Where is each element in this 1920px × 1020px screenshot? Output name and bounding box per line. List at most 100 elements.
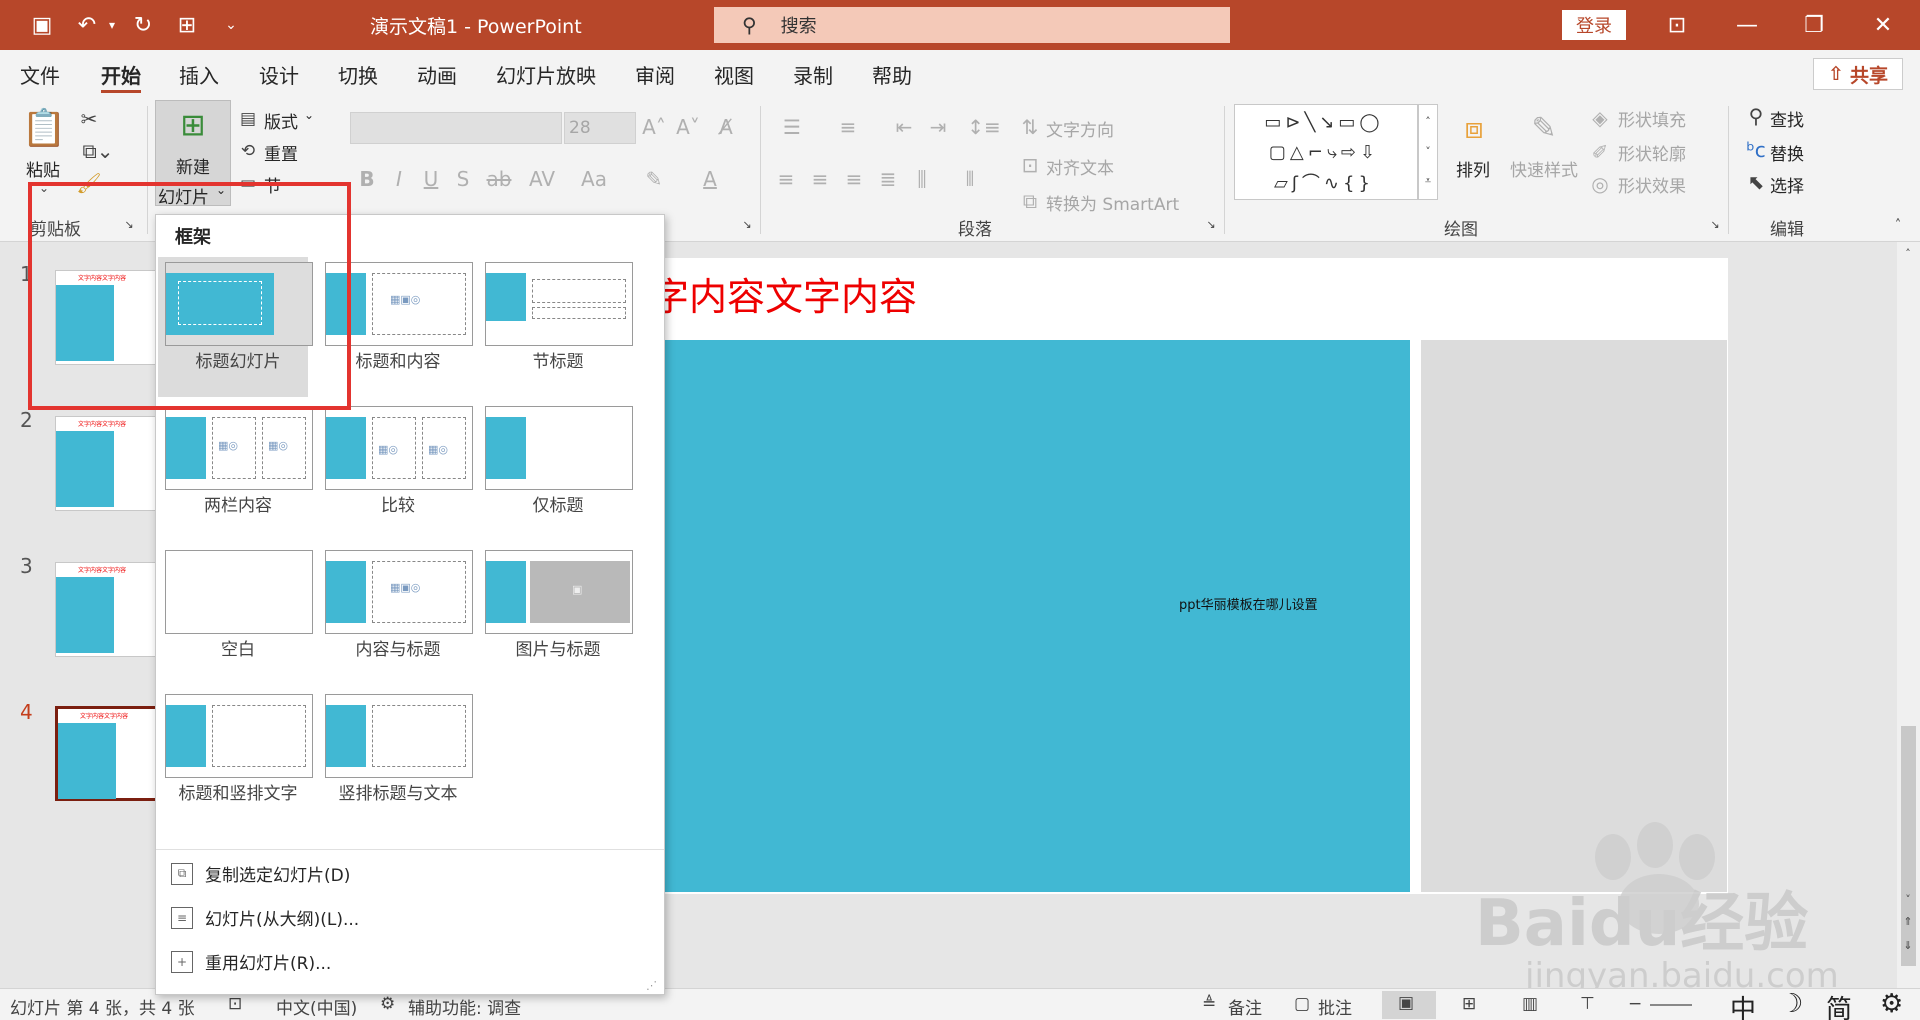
align-left-icon[interactable]: ≡: [772, 164, 800, 194]
tab-transitions[interactable]: 切换: [338, 60, 378, 89]
search-input[interactable]: ⚲ 搜索: [714, 7, 1230, 43]
moon-icon[interactable]: ☽: [1780, 989, 1803, 1019]
layout-button[interactable]: 版式: [264, 108, 298, 133]
arrange-icon[interactable]: ⧈: [1452, 106, 1496, 150]
line-spacing-icon[interactable]: ↕≡: [964, 112, 1004, 142]
tab-review[interactable]: 审阅: [635, 60, 675, 89]
shadow-icon[interactable]: S: [452, 164, 474, 194]
vertical-scrollbar[interactable]: ˄ ˅ ⇑ ⇓: [1897, 242, 1920, 988]
shape-fill-button[interactable]: 形状填充: [1618, 106, 1686, 131]
customize-toolbar-icon[interactable]: ⌄: [214, 8, 248, 42]
bullets-icon[interactable]: ☰: [772, 112, 812, 142]
strikethrough-icon[interactable]: ab: [484, 164, 514, 194]
shapes-row-3[interactable]: ▱ʃ⌒∿{}: [1239, 169, 1409, 195]
smartart-icon[interactable]: ⧉: [1018, 186, 1042, 216]
slide-side-panel[interactable]: [1421, 340, 1727, 892]
slide-body-text[interactable]: ppt华丽模板在哪儿设置: [1179, 598, 1329, 614]
distributed-icon[interactable]: ⫼: [908, 164, 936, 194]
layout-comparison[interactable]: ▦◎ ▦◎ 比较: [318, 401, 473, 541]
font-launcher-icon[interactable]: ↘: [740, 217, 754, 231]
ime-mode-2[interactable]: 简: [1826, 989, 1852, 1020]
align-center-icon[interactable]: ≡: [806, 164, 834, 194]
accessibility-status[interactable]: 辅助功能: 调查: [408, 994, 521, 1019]
quick-styles-icon[interactable]: ✎: [1522, 106, 1566, 150]
slide-sorter-icon[interactable]: ⊞: [1462, 994, 1476, 1014]
notes-button[interactable]: 备注: [1228, 994, 1262, 1019]
scroll-up-icon[interactable]: ˄: [1899, 244, 1917, 262]
slides-from-outline-item[interactable]: ≡ 幻灯片(从大纲)(L)...: [171, 905, 359, 930]
justify-icon[interactable]: ≣: [874, 164, 902, 194]
ribbon-display-icon[interactable]: ⊡: [1660, 8, 1694, 42]
tab-design[interactable]: 设计: [259, 60, 299, 89]
char-spacing-icon[interactable]: AV: [522, 164, 562, 194]
present-icon[interactable]: ⊞: [170, 8, 204, 42]
tab-record[interactable]: 录制: [793, 60, 833, 89]
normal-view-button[interactable]: ▣: [1382, 991, 1436, 1019]
slideshow-icon[interactable]: ⊤: [1580, 994, 1595, 1014]
close-icon[interactable]: ✕: [1866, 8, 1900, 42]
tab-home[interactable]: 开始: [101, 60, 141, 89]
clear-format-icon[interactable]: A̸: [712, 112, 740, 142]
gallery-more-icon[interactable]: ⩡: [1419, 167, 1437, 195]
ime-mode-1[interactable]: 中: [1730, 989, 1756, 1020]
align-right-icon[interactable]: ≡: [840, 164, 868, 194]
reset-button[interactable]: 重置: [264, 140, 298, 165]
undo-icon[interactable]: ↶: [70, 8, 104, 42]
increase-font-icon[interactable]: A˄: [640, 112, 668, 142]
ime-settings-icon[interactable]: ⚙: [1880, 989, 1903, 1019]
arrange-button[interactable]: 排列: [1456, 156, 1490, 181]
resize-grip-icon[interactable]: ⋰: [646, 979, 657, 992]
tab-slideshow[interactable]: 幻灯片放映: [496, 60, 596, 89]
layout-vertical-title-text[interactable]: 竖排标题与文本: [318, 689, 473, 829]
shapes-row-2[interactable]: ▢△⌐⤷⇨⇩: [1239, 139, 1409, 165]
convert-smartart-button[interactable]: 转换为 SmartArt: [1046, 190, 1179, 215]
tab-file[interactable]: 文件: [20, 60, 60, 89]
layout-content-caption[interactable]: ▦▣◎ 内容与标题: [318, 545, 473, 685]
cut-icon[interactable]: ✂: [76, 106, 102, 132]
slide-title[interactable]: 字内容文字内容: [651, 266, 917, 321]
change-case-icon[interactable]: Aa: [574, 164, 614, 194]
replace-button[interactable]: 替换: [1770, 140, 1804, 165]
decrease-indent-icon[interactable]: ⇤: [890, 112, 918, 142]
shape-outline-button[interactable]: 形状轮廓: [1618, 140, 1686, 165]
share-button[interactable]: ⇧ 共享: [1813, 58, 1903, 90]
redo-icon[interactable]: ↻: [126, 8, 160, 42]
find-button[interactable]: 查找: [1770, 106, 1804, 131]
align-text-icon[interactable]: ⊡: [1018, 150, 1042, 180]
reuse-slides-item[interactable]: + 重用幻灯片(R)...: [171, 949, 331, 974]
layout-title-vertical-text[interactable]: 标题和竖排文字: [158, 689, 313, 829]
decrease-font-icon[interactable]: A˅: [674, 112, 702, 142]
layout-section-header[interactable]: 节标题: [478, 257, 633, 397]
paragraph-launcher-icon[interactable]: ↘: [1204, 217, 1218, 231]
collapse-ribbon-icon[interactable]: ˄: [1888, 216, 1908, 234]
layout-title-only[interactable]: 仅标题: [478, 401, 633, 541]
login-button[interactable]: 登录: [1562, 10, 1626, 40]
layout-picture-caption[interactable]: ▣ 图片与标题: [478, 545, 633, 685]
gallery-up-icon[interactable]: ˄: [1419, 107, 1437, 135]
font-name-select[interactable]: [350, 112, 562, 144]
duplicate-slides-item[interactable]: ⧉ 复制选定幻灯片(D): [171, 861, 350, 886]
zoom-slider[interactable]: [1650, 1004, 1692, 1006]
restore-icon[interactable]: ❐: [1797, 8, 1831, 42]
paste-label[interactable]: 粘贴: [26, 156, 60, 181]
replace-icon[interactable]: ᵇc: [1744, 138, 1768, 162]
shape-effects-icon[interactable]: ◎: [1588, 172, 1612, 196]
shape-outline-icon[interactable]: ✐: [1588, 140, 1612, 164]
prev-slide-icon[interactable]: ⇑: [1899, 912, 1917, 930]
paste-icon[interactable]: 📋: [22, 106, 67, 150]
find-icon[interactable]: ⚲: [1744, 104, 1768, 128]
layout-two-content[interactable]: ▦◎ ▦◎ 两栏内容: [158, 401, 313, 541]
increase-indent-icon[interactable]: ⇥: [924, 112, 952, 142]
scroll-down-icon[interactable]: ˅: [1899, 890, 1917, 908]
spell-check-icon[interactable]: ⊡: [228, 994, 242, 1014]
minimize-icon[interactable]: —: [1730, 8, 1764, 42]
select-icon[interactable]: ⬉: [1744, 170, 1768, 194]
font-color-icon[interactable]: A: [690, 164, 730, 194]
tab-insert[interactable]: 插入: [179, 60, 219, 89]
shape-fill-icon[interactable]: ◈: [1588, 106, 1612, 130]
italic-icon[interactable]: I: [388, 164, 410, 194]
shapes-row-1[interactable]: ▭⊳╲↘▭◯: [1239, 109, 1409, 135]
columns-icon[interactable]: ⫴: [950, 164, 990, 194]
text-direction-button[interactable]: 文字方向: [1046, 116, 1114, 141]
shape-effects-button[interactable]: 形状效果: [1618, 172, 1686, 197]
